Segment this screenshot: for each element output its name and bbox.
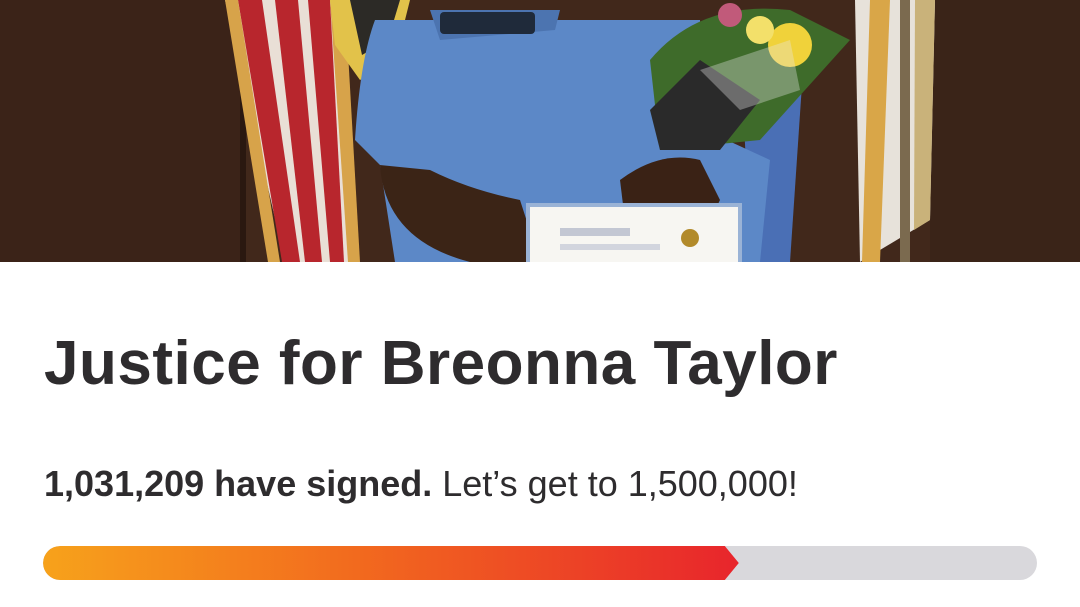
state-flag	[855, 0, 935, 262]
signature-status: 1,031,209 have signed. Let’s get to 1,50…	[44, 466, 798, 502]
signature-progress-fill	[43, 546, 739, 580]
hero-photo	[0, 0, 1080, 262]
hero-illustration	[0, 0, 1080, 262]
certificate	[526, 203, 742, 262]
goal-text: Let’s get to 1,500,000!	[442, 463, 798, 504]
signature-progress-bar	[43, 546, 1037, 580]
signed-count: 1,031,209 have signed.	[44, 463, 433, 504]
petition-title: Justice for Breonna Taylor	[44, 329, 838, 398]
